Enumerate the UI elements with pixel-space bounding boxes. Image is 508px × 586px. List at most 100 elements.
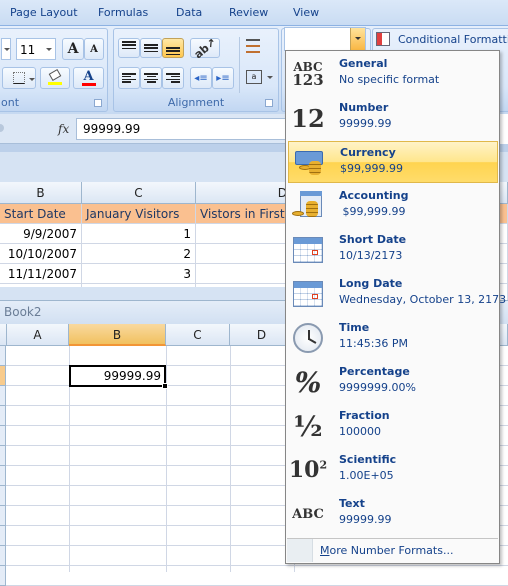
header-cell[interactable]: Vistors in First (196, 204, 290, 224)
font-size-combo[interactable]: 11 (16, 38, 56, 60)
menu-item-fraction[interactable]: ½ Fraction 100000 (288, 405, 498, 447)
row-header[interactable] (0, 486, 6, 506)
row-header[interactable] (0, 446, 6, 466)
increase-indent-button[interactable]: ▸≡ (212, 67, 234, 89)
menu-item-sample: $99,999.99 (340, 162, 403, 175)
align-center-icon (144, 73, 158, 83)
orientation-button[interactable]: ab↗ (190, 35, 220, 61)
gridline (166, 346, 167, 572)
table-cell[interactable]: 9/9/2007 (0, 224, 82, 244)
align-top-icon (122, 41, 136, 49)
align-bottom-button[interactable] (162, 38, 184, 58)
row-header[interactable] (0, 426, 6, 446)
more-number-formats-label: More Number Formats... (320, 544, 454, 557)
table-cell[interactable]: 2 (82, 244, 196, 264)
align-left-button[interactable] (118, 67, 140, 89)
shrink-font-button[interactable]: A (84, 38, 104, 60)
row-header[interactable] (0, 546, 6, 566)
more-number-formats-item[interactable]: More Number Formats... (287, 538, 498, 562)
table-cell[interactable]: 11/11/2007 (0, 264, 82, 284)
borders-button[interactable] (2, 67, 36, 89)
table-cell[interactable]: 1 (82, 224, 196, 244)
wrap-text-button[interactable] (246, 39, 266, 57)
column-header-d[interactable]: D (196, 182, 290, 204)
row-header[interactable] (0, 366, 6, 386)
header-cell[interactable]: January Visitors (82, 204, 196, 224)
formula-input[interactable]: 99999.99 (76, 118, 290, 140)
font-color-icon: A (81, 68, 96, 86)
row-header[interactable] (0, 386, 6, 406)
active-cell-b2[interactable]: 99999.99 (69, 365, 166, 387)
font-name-combo[interactable] (1, 38, 11, 60)
clock-icon (290, 321, 326, 355)
number-format-dropdown-button[interactable] (350, 28, 365, 50)
currency-icon (291, 146, 327, 180)
calendar-icon (290, 277, 326, 311)
menu-item-accounting[interactable]: Accounting $99,999.99 (288, 185, 498, 227)
fill-color-button[interactable] (40, 67, 70, 89)
tab-page-layout[interactable]: Page Layout (10, 6, 78, 19)
table-cell[interactable]: 10/10/2007 (0, 244, 82, 264)
row-header[interactable] (0, 526, 6, 546)
column-header-c[interactable]: C (82, 182, 196, 204)
dialog-launcher-icon[interactable] (265, 99, 273, 107)
column-header-b[interactable]: B (69, 324, 166, 346)
menu-item-currency[interactable]: Currency $99,999.99 (288, 141, 498, 183)
tab-review[interactable]: Review (229, 6, 268, 19)
menu-item-general[interactable]: ABC 123 General No specific format (288, 53, 498, 95)
table-cell[interactable] (196, 224, 290, 244)
menu-item-number[interactable]: 12 Number 99999.99 (288, 97, 498, 139)
menu-item-sample: Wednesday, October 13, 2173 (339, 293, 507, 306)
dialog-launcher-icon[interactable] (94, 99, 102, 107)
table-cell[interactable]: 3 (82, 264, 196, 284)
menu-item-text[interactable]: ABC Text 99999.99 (288, 493, 498, 535)
align-top-button[interactable] (118, 38, 140, 58)
select-all-corner[interactable] (0, 324, 7, 346)
tab-view[interactable]: View (293, 6, 319, 19)
column-header-b[interactable]: B (0, 182, 82, 204)
column-header-a[interactable]: A (7, 324, 69, 346)
font-color-button[interactable]: A (73, 67, 104, 89)
menu-item-name: Short Date (339, 233, 407, 246)
menu-item-name: Time (339, 321, 370, 334)
tab-formulas[interactable]: Formulas (98, 6, 148, 19)
row-header[interactable] (0, 406, 6, 426)
menu-item-sample: No specific format (339, 73, 440, 86)
menu-item-long-date[interactable]: Long Date Wednesday, October 13, 2173 (288, 273, 506, 315)
accounting-icon (290, 189, 326, 223)
conditional-formatting-button[interactable]: Conditional Formattin (372, 28, 508, 52)
column-header-c[interactable]: C (166, 324, 230, 346)
book2-title: Book2 (4, 305, 42, 319)
menu-item-short-date[interactable]: Short Date 10/13/2173 (288, 229, 498, 271)
font-size-value: 11 (20, 43, 36, 57)
menu-item-percentage[interactable]: % Percentage 9999999.00% (288, 361, 498, 403)
row-header[interactable] (0, 506, 6, 526)
name-box-handle[interactable] (0, 124, 4, 132)
decrease-indent-button[interactable]: ◂≡ (190, 67, 212, 89)
chevron-down-icon (29, 78, 35, 81)
borders-icon (13, 72, 25, 84)
table-cell[interactable] (196, 264, 290, 284)
header-cell[interactable]: Start Date (0, 204, 82, 224)
row-header[interactable] (0, 466, 6, 486)
align-center-button[interactable] (140, 67, 162, 89)
grow-font-icon: A (67, 41, 79, 57)
menu-item-name: Currency (340, 146, 396, 159)
increase-indent-icon: ▸≡ (216, 72, 230, 84)
font-group: 11 A A A ont (0, 28, 108, 112)
insert-function-icon[interactable]: fx (58, 122, 69, 136)
tab-data[interactable]: Data (176, 6, 202, 19)
merge-center-button[interactable]: a (246, 69, 276, 87)
menu-item-name: General (339, 57, 388, 70)
align-middle-button[interactable] (140, 38, 162, 58)
menu-item-sample: 1.00E+05 (339, 469, 394, 482)
table-cell[interactable] (196, 244, 290, 264)
row-header[interactable] (0, 346, 6, 366)
row-header[interactable] (0, 566, 6, 586)
menu-item-name: Text (339, 497, 365, 510)
grow-font-button[interactable]: A (62, 38, 84, 60)
menu-item-scientific[interactable]: 102 Scientific 1.00E+05 (288, 449, 498, 491)
menu-item-time[interactable]: Time 11:45:36 PM (288, 317, 498, 359)
align-right-button[interactable] (162, 67, 184, 89)
fill-handle[interactable] (162, 383, 168, 389)
